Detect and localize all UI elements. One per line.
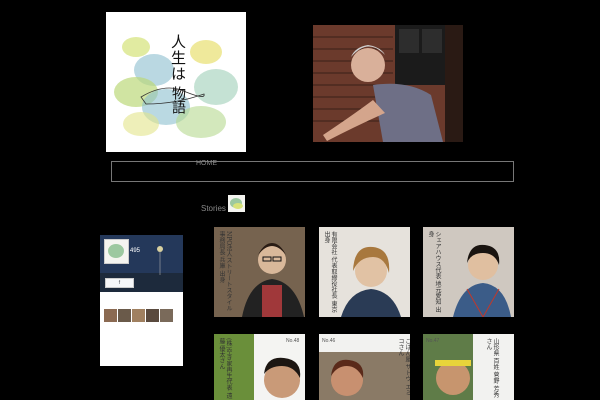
logo-title: 人生は	[169, 34, 187, 82]
friend-avatar[interactable]	[160, 309, 173, 322]
story-card[interactable]: シェアハウス代表 地元愛知 出身	[423, 227, 514, 317]
stories-section-label: Stories	[201, 204, 226, 213]
story-card-number: No.47	[426, 338, 440, 344]
site-logo[interactable]: 人生は 物語	[106, 12, 246, 152]
widget-like-count: 495	[130, 248, 141, 254]
stories-thumbnail-image	[228, 195, 245, 212]
story-card[interactable]: 有限会社 代表取締役社長 東京 出身	[319, 227, 410, 317]
friend-avatar[interactable]	[132, 309, 145, 322]
watercolor-illustration	[114, 37, 238, 138]
story-card-caption: ごはん屋 サトウ エミコさん	[397, 338, 410, 396]
widget-page-avatar[interactable]	[104, 239, 129, 264]
friend-avatar[interactable]	[118, 309, 131, 322]
logo-subtitle: 物語	[170, 86, 186, 114]
facebook-page-widget[interactable]: 495 f	[100, 235, 183, 366]
story-card-number: No.48	[286, 338, 300, 344]
stories-thumbnail[interactable]	[228, 195, 245, 212]
friend-avatar[interactable]	[104, 309, 117, 322]
friend-avatar[interactable]	[146, 309, 159, 322]
story-card[interactable]: No.46 ごはん屋 サトウ エミコさん	[319, 334, 410, 400]
story-card-caption: 有限会社 代表取締役社長 東京 出身	[323, 231, 337, 313]
story-card-caption: (株)空き家再生代表 遠藤 優太さん	[218, 338, 232, 399]
story-card[interactable]: NPO法人ストリートスタイル 事務局長 兵庫 出身	[214, 227, 305, 317]
story-card-caption: NPO法人ストリートスタイル 事務局長 兵庫 出身	[218, 231, 232, 312]
story-card-number: No.46	[322, 338, 336, 344]
story-card-caption: シェアハウス代表 地元愛知 出身	[427, 231, 441, 313]
nav-home-link[interactable]: HOME	[196, 160, 217, 167]
story-card[interactable]: No.48 (株)空き家再生代表 遠藤 優太さん	[214, 334, 305, 400]
widget-page-avatar-image	[105, 240, 128, 263]
story-card-caption: 山形県 百姓 菅野 芳秀さん	[485, 338, 499, 398]
widget-friend-faces	[104, 307, 174, 326]
story-card[interactable]: No.47 山形県 百姓 菅野 芳秀さん	[423, 334, 514, 400]
widget-like-button[interactable]: f	[105, 278, 134, 288]
hero-photo	[313, 25, 463, 142]
hero-photo-image	[313, 25, 463, 142]
main-navigation	[111, 161, 514, 182]
